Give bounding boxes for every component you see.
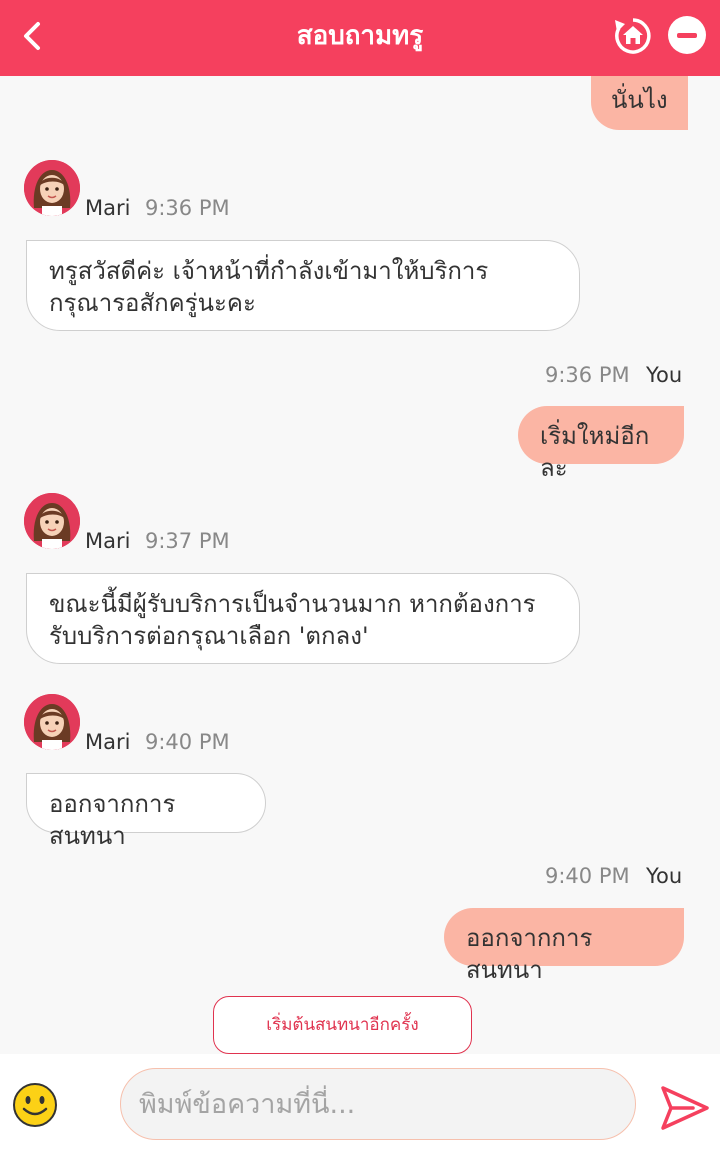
bot-message: ขณะนี้มีผู้รับบริการเป็นจำนวนมาก หากต้อง… bbox=[26, 573, 580, 664]
sender-name: You bbox=[646, 363, 683, 387]
emoji-button[interactable] bbox=[12, 1082, 58, 1128]
sender-name: Mari bbox=[85, 529, 131, 553]
bot-message: ทรูสวัสดีค่ะ เจ้าหน้าที่กำลังเข้ามาให้บร… bbox=[26, 240, 580, 331]
home-icon bbox=[615, 18, 651, 54]
message-text: ออกจากการสนทนา bbox=[49, 790, 176, 850]
message-time: 9:40 PM bbox=[545, 864, 630, 888]
message-time: 9:37 PM bbox=[145, 529, 230, 553]
send-button[interactable] bbox=[659, 1082, 711, 1134]
avatar bbox=[24, 160, 80, 216]
message-time: 9:36 PM bbox=[545, 363, 630, 387]
user-message: นั่นไง bbox=[591, 76, 688, 130]
minimize-button[interactable] bbox=[668, 16, 706, 54]
user-message: ออกจากการสนทนา bbox=[444, 908, 684, 984]
message-time: 9:40 PM bbox=[145, 730, 230, 754]
sender-name: Mari bbox=[85, 730, 131, 754]
message-text: นั่นไง bbox=[611, 86, 668, 114]
bot-message: ออกจากการสนทนา bbox=[26, 773, 266, 850]
top-bar: สอบถามทรู bbox=[0, 0, 720, 76]
avatar bbox=[24, 694, 80, 750]
home-button[interactable] bbox=[611, 14, 655, 58]
message-composer bbox=[0, 1054, 720, 1153]
message-text: ออกจากการสนทนา bbox=[466, 924, 593, 984]
message-text: ขณะนี้มีผู้รับบริการเป็นจำนวนมาก หากต้อง… bbox=[49, 590, 536, 650]
chat-area[interactable]: นั่นไง Mari 9:36 PM ทรูสวัสดีค่ะ เจ้าหน้… bbox=[0, 76, 720, 1054]
minus-circle-icon bbox=[677, 33, 697, 38]
user-message: เริ่มใหม่อีกละ bbox=[518, 406, 684, 482]
message-text: ทรูสวัสดีค่ะ เจ้าหน้าที่กำลังเข้ามาให้บร… bbox=[49, 257, 489, 317]
message-text: เริ่มใหม่อีกละ bbox=[540, 422, 650, 482]
message-time: 9:36 PM bbox=[145, 196, 230, 220]
restart-conversation-button[interactable]: เริ่มต้นสนทนาอีกครั้ง bbox=[213, 996, 472, 1054]
avatar bbox=[24, 493, 80, 549]
send-icon bbox=[661, 1086, 709, 1130]
sender-name: Mari bbox=[85, 196, 131, 220]
sender-name: You bbox=[646, 864, 683, 888]
message-input[interactable] bbox=[120, 1068, 636, 1140]
smiley-icon bbox=[13, 1083, 57, 1127]
